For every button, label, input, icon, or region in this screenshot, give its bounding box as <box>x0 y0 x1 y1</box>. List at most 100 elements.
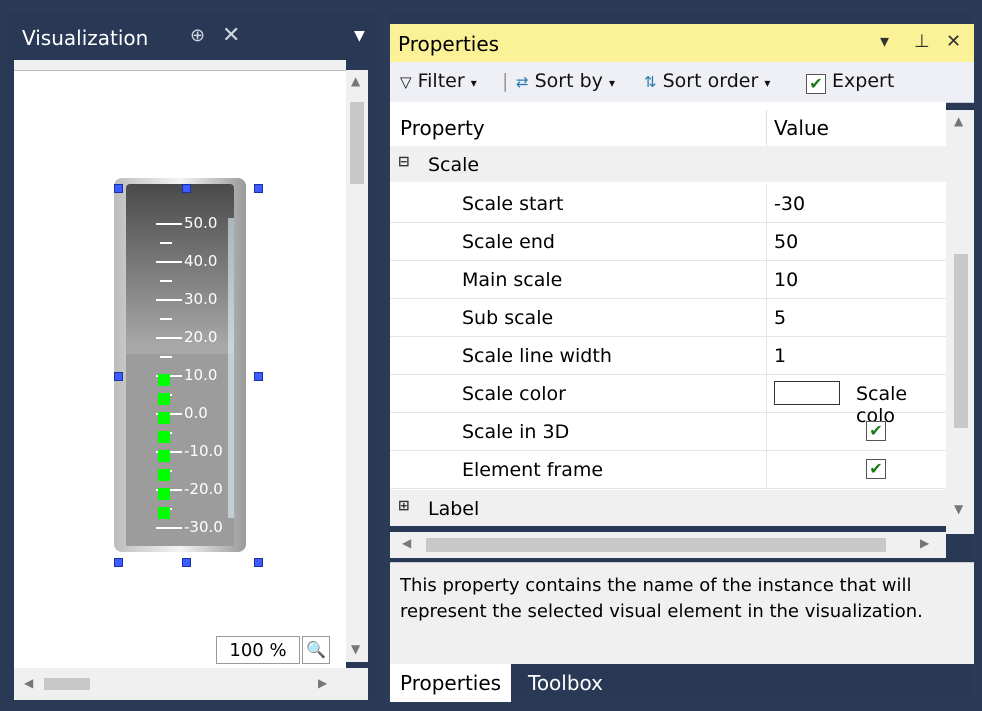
sub-tick <box>160 356 172 358</box>
sort-by-button[interactable]: ⇄ Sort by ▾ <box>516 70 615 92</box>
scroll-up-icon[interactable]: ▲ <box>954 114 963 128</box>
resize-handle[interactable] <box>254 558 263 567</box>
scale-label: 20.0 <box>184 328 218 346</box>
zoom-level[interactable]: 100 % <box>216 636 300 664</box>
category-scale[interactable]: ⊟ Scale <box>390 146 946 182</box>
property-name: Scale in 3D <box>462 421 570 443</box>
close-icon[interactable]: ✕ <box>946 31 961 52</box>
main-tick <box>156 527 182 529</box>
filter-icon: ▽ <box>400 73 412 91</box>
property-row-scale-end[interactable]: Scale end 50 <box>390 222 946 261</box>
scale-label: 30.0 <box>184 290 218 308</box>
chevron-down-icon: ▾ <box>764 76 771 90</box>
pin-icon[interactable]: ⊥ <box>914 31 930 52</box>
property-value[interactable]: 50 <box>774 231 798 253</box>
chevron-down-icon: ▾ <box>608 76 615 90</box>
resize-handle[interactable] <box>114 184 123 193</box>
property-value[interactable]: -30 <box>774 193 805 215</box>
dropdown-arrow-icon[interactable]: ▼ <box>354 28 365 44</box>
property-row-sub-scale[interactable]: Sub scale 5 <box>390 298 946 337</box>
resize-handle[interactable] <box>182 184 191 193</box>
tab-toolbox[interactable]: Toolbox <box>518 664 613 702</box>
property-name: Main scale <box>462 269 563 291</box>
category-label: Label <box>428 498 480 520</box>
sort-order-button[interactable]: ⇅ Sort order ▾ <box>644 70 770 92</box>
sub-tick <box>160 242 172 244</box>
property-value[interactable]: 1 <box>774 345 786 367</box>
collapse-icon[interactable]: ⊟ <box>398 154 410 170</box>
column-divider <box>766 184 767 222</box>
property-row-scale-color[interactable]: Scale color Scale colo <box>390 374 946 427</box>
chevron-down-icon: ▾ <box>470 76 477 90</box>
horizontal-scroll-thumb[interactable] <box>426 538 886 552</box>
resize-handle[interactable] <box>114 558 123 567</box>
resize-handle[interactable] <box>254 372 263 381</box>
color-swatch[interactable] <box>774 381 840 405</box>
meter-element[interactable]: 50.0 40.0 30.0 20.0 10.0 0.0 -10.0 -20.0… <box>114 178 263 567</box>
scroll-left-icon[interactable]: ◀ <box>24 676 33 690</box>
bar-segment <box>158 374 170 386</box>
expand-icon[interactable]: ⊞ <box>398 498 410 514</box>
property-value[interactable]: 10 <box>774 269 798 291</box>
element-frame-checkbox[interactable]: ✔ <box>866 459 886 479</box>
property-value[interactable]: 5 <box>774 307 786 329</box>
column-divider <box>766 222 767 260</box>
scale-label: -20.0 <box>184 480 223 498</box>
scroll-up-icon[interactable]: ▲ <box>351 74 360 88</box>
main-tick <box>156 223 182 225</box>
resize-handle[interactable] <box>114 372 123 381</box>
scroll-left-icon[interactable]: ◀ <box>402 536 411 550</box>
resize-handle[interactable] <box>182 558 191 567</box>
horizontal-scroll-thumb[interactable] <box>44 678 90 690</box>
properties-title: Properties <box>398 32 500 56</box>
column-header-property[interactable]: Property <box>400 116 485 140</box>
property-row-scale-start[interactable]: Scale start -30 <box>390 184 946 223</box>
column-divider <box>766 374 767 412</box>
resize-handle[interactable] <box>254 184 263 193</box>
property-grid-header: Property Value <box>390 110 946 147</box>
header-divider <box>766 110 767 146</box>
property-row-scale-line-width[interactable]: Scale line width 1 <box>390 336 946 375</box>
toolbar-separator: | <box>502 70 509 92</box>
bar-segment <box>158 393 170 405</box>
scale-label: 50.0 <box>184 214 218 232</box>
bar-segment <box>158 412 170 424</box>
property-row-element-frame[interactable]: Element frame ✔ <box>390 450 946 489</box>
sort-order-icon: ⇅ <box>644 73 657 91</box>
main-tick <box>156 261 182 263</box>
close-icon[interactable]: ✕ <box>222 23 240 48</box>
vertical-scroll-thumb[interactable] <box>350 102 364 184</box>
visualization-title-bar: Visualization ⊕ ✕ ▼ <box>8 12 376 60</box>
zoom-icon[interactable]: 🔍 <box>302 636 330 664</box>
category-label-group[interactable]: ⊞ Label <box>390 490 946 526</box>
property-row-scale-in-3d[interactable]: Scale in 3D ✔ <box>390 412 946 451</box>
property-row-main-scale[interactable]: Main scale 10 <box>390 260 946 299</box>
property-name: Scale color <box>462 383 566 405</box>
vertical-scroll-thumb[interactable] <box>954 254 968 428</box>
scroll-down-icon[interactable]: ▼ <box>954 502 963 516</box>
properties-title-bar: Properties ▾ ⊥ ✕ <box>390 24 974 62</box>
panel-tabs: Properties Toolbox <box>390 664 974 702</box>
dropdown-arrow-icon[interactable]: ▾ <box>880 31 889 52</box>
scroll-down-icon[interactable]: ▼ <box>351 642 360 656</box>
column-divider <box>766 298 767 336</box>
scale-label: 40.0 <box>184 252 218 270</box>
main-tick <box>156 337 182 339</box>
sort-by-icon: ⇄ <box>516 73 529 91</box>
expert-toggle[interactable]: ✔ Expert <box>806 70 894 94</box>
scroll-right-icon[interactable]: ▶ <box>920 536 929 550</box>
scroll-right-icon[interactable]: ▶ <box>318 676 327 690</box>
pin-icon[interactable]: ⊕ <box>190 25 205 46</box>
property-name: Scale line width <box>462 345 612 367</box>
column-divider <box>766 336 767 374</box>
top-ruler <box>14 60 346 71</box>
meter-body <box>114 178 246 552</box>
tab-properties[interactable]: Properties <box>390 664 512 702</box>
bar-segment <box>158 488 170 500</box>
visualization-panel: Visualization ⊕ ✕ ▼ ▲ ▼ ◀ ▶ 100 % 🔍 50.0… <box>8 12 376 702</box>
column-divider <box>766 260 767 298</box>
filter-button[interactable]: ▽ Filter ▾ <box>400 70 477 92</box>
sort-order-label: Sort order <box>662 70 759 92</box>
scale-in-3d-checkbox[interactable]: ✔ <box>866 421 886 441</box>
column-header-value[interactable]: Value <box>774 116 829 140</box>
